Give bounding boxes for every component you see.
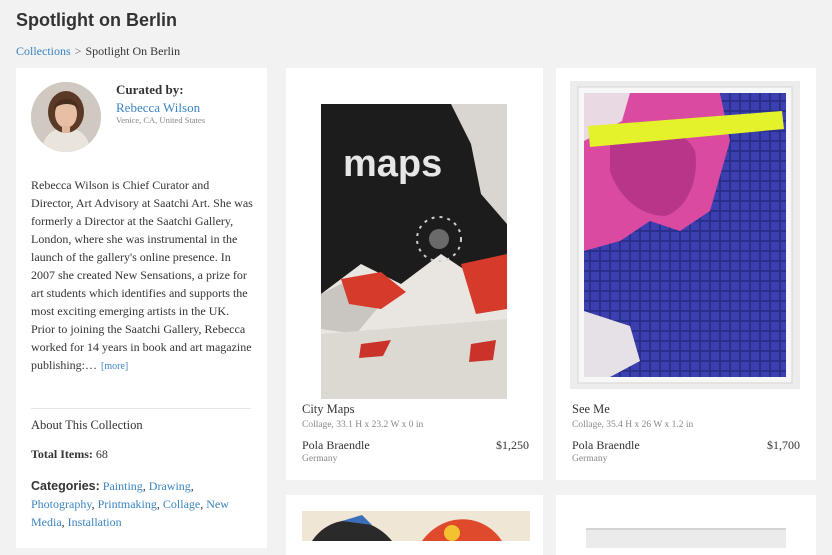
- breadcrumb: Collections > Spotlight On Berlin: [16, 44, 180, 59]
- artwork-image[interactable]: [586, 528, 786, 548]
- total-items-label: Total Items:: [31, 447, 93, 461]
- about-collection-heading: About This Collection: [31, 418, 143, 432]
- see-me-collage: [570, 81, 800, 389]
- category-link-collage[interactable]: Collage: [163, 497, 200, 511]
- curator-avatar[interactable]: [31, 82, 101, 152]
- artwork-image-city-maps[interactable]: maps: [321, 104, 507, 399]
- curated-by-label: Curated by:: [116, 82, 184, 97]
- artwork-thumbnail: [302, 511, 530, 541]
- categories: Categories: Painting, Drawing, Photograp…: [31, 479, 229, 529]
- artwork-title[interactable]: City Maps: [302, 402, 354, 417]
- page-title: Spotlight on Berlin: [16, 10, 177, 30]
- category-link-painting[interactable]: Painting: [103, 479, 143, 493]
- curator-bio: Rebecca Wilson is Chief Curator and Dire…: [31, 176, 253, 376]
- breadcrumb-current: Spotlight On Berlin: [85, 44, 181, 58]
- artist-country: Germany: [302, 454, 338, 464]
- artwork-card[interactable]: [286, 495, 543, 555]
- category-link-printmaking[interactable]: Printmaking: [98, 497, 157, 511]
- sidebar-divider: [31, 408, 251, 409]
- breadcrumb-collections-link[interactable]: Collections: [16, 44, 71, 58]
- total-items-value: 68: [95, 447, 108, 461]
- categories-label: Categories:: [31, 479, 100, 493]
- artist-name[interactable]: Pola Braendle: [572, 438, 640, 453]
- bio-more-link[interactable]: [more]: [101, 361, 128, 372]
- total-items: Total Items: 68: [31, 447, 108, 462]
- city-maps-collage: maps: [321, 104, 507, 399]
- artwork-card-city-maps[interactable]: maps City Maps Collage, 33.1 H x 23.2 W …: [286, 68, 543, 480]
- curator-photo: [31, 82, 101, 152]
- art-text: maps: [343, 143, 442, 185]
- artwork-image-see-me[interactable]: [570, 81, 800, 389]
- artist-name[interactable]: Pola Braendle: [302, 438, 370, 453]
- curator-sidebar: Curated by: Rebecca Wilson Venice, CA, U…: [16, 68, 267, 548]
- artwork-price: $1,250: [496, 438, 529, 452]
- curator-bio-text: Rebecca Wilson is Chief Curator and Dire…: [31, 178, 253, 372]
- curator-location: Venice, CA, United States: [116, 115, 205, 125]
- artwork-image[interactable]: [302, 511, 530, 541]
- artwork-price: $1,700: [767, 438, 800, 452]
- breadcrumb-separator: >: [74, 44, 82, 58]
- curator-name-link[interactable]: Rebecca Wilson: [116, 100, 200, 116]
- artwork-meta: Collage, 33.1 H x 23.2 W x 0 in: [302, 420, 424, 430]
- artwork-card-see-me[interactable]: See Me Collage, 35.4 H x 26 W x 1.2 in P…: [556, 68, 816, 480]
- artwork-meta: Collage, 35.4 H x 26 W x 1.2 in: [572, 420, 694, 430]
- category-link-drawing[interactable]: Drawing: [149, 479, 191, 493]
- category-link-installation[interactable]: Installation: [68, 515, 122, 529]
- artwork-thumbnail: [586, 528, 786, 548]
- category-link-photography[interactable]: Photography: [31, 497, 92, 511]
- artwork-card[interactable]: [556, 495, 816, 555]
- artist-country: Germany: [572, 454, 608, 464]
- artwork-title[interactable]: See Me: [572, 402, 610, 417]
